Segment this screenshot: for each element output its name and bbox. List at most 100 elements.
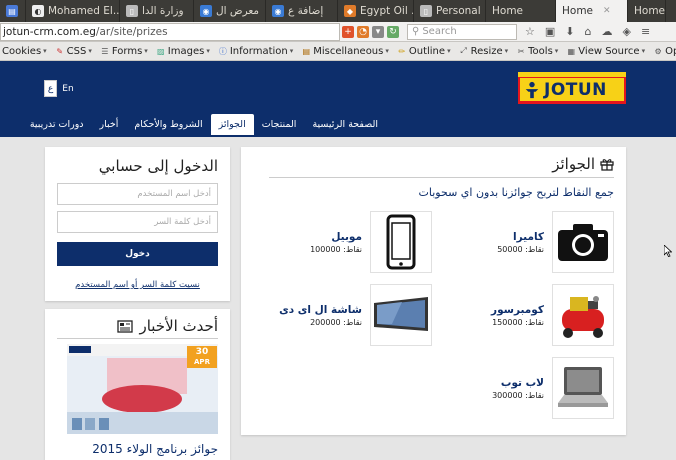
jotun-logo[interactable]: JOTUN xyxy=(518,72,626,104)
tab-7-active[interactable]: Home ✕ xyxy=(556,0,628,22)
browser-url-bar: jotun-crm.com.eg/ar/site/prizes + ◔ ▾ ↻ … xyxy=(0,22,676,42)
prize-image xyxy=(370,211,432,273)
prize-item[interactable]: كاميرا نقاط: 50000 xyxy=(444,211,614,273)
site-header: ع En JOTUN الصفحة الرئيسية المنتجات الجو… xyxy=(0,61,676,137)
resize-icon: ⤢ xyxy=(460,46,467,55)
devbar-label: Options xyxy=(665,45,676,57)
chevron-down-icon: ▾ xyxy=(289,47,294,55)
nav-news[interactable]: أخبار xyxy=(92,114,127,135)
tab-0[interactable]: ◐ Mohamed El... xyxy=(26,0,120,22)
bookmark-star-icon[interactable]: ☆ xyxy=(525,25,535,38)
page-content: الدخول إلى حسابي أدخل اسم المستخدم أدخل … xyxy=(0,137,676,460)
rss-icon[interactable]: ◔ xyxy=(357,25,369,38)
devbar-forms[interactable]: ☰ Forms ▾ xyxy=(100,46,148,57)
address-field[interactable]: jotun-crm.com.eg/ar/site/prizes xyxy=(0,22,340,41)
devbar-information[interactable]: ⓘ Information ▾ xyxy=(218,46,293,57)
dropdown-icon[interactable]: ▾ xyxy=(372,25,384,38)
pocket-icon[interactable]: ◈ xyxy=(622,25,630,38)
chevron-down-icon: ▾ xyxy=(43,47,47,55)
prize-points: نقاط: 100000 xyxy=(310,245,362,254)
home-icon[interactable]: ⌂ xyxy=(585,25,592,38)
refresh-icon[interactable]: ↻ xyxy=(387,25,399,38)
page-icon: ▯ xyxy=(420,5,432,17)
devbar-view-source[interactable]: ▦ View Source ▾ xyxy=(566,45,646,57)
browser-tab-strip: ▤ ◐ Mohamed El... ▯ وزارة الدا ◉ معرض ال ◉ إ… xyxy=(0,0,676,22)
bookmarks-icon[interactable]: ▣ xyxy=(545,25,555,38)
devbar-outline[interactable]: ✏ Outline ▾ xyxy=(397,46,451,57)
close-tab-icon[interactable]: ✕ xyxy=(603,6,611,16)
password-field[interactable]: أدخل كلمة السر xyxy=(57,211,218,233)
nav-products[interactable]: المنتجات xyxy=(254,114,305,135)
devbar-miscellaneous[interactable]: ▤ Miscellaneous ▾ xyxy=(301,46,389,57)
news-card: أحدث الأخبار 30 APR جوائز برنامج الولاء … xyxy=(45,309,230,460)
devbar-tools[interactable]: ✂ Tools ▾ xyxy=(516,45,559,57)
logo-text: JOTUN xyxy=(544,79,607,100)
devbar-css[interactable]: ✎ CSS ▾ xyxy=(55,46,92,57)
devbar-label: View Source xyxy=(578,45,640,57)
prize-points: نقاط: 150000 xyxy=(492,318,544,327)
devbar-resize[interactable]: ⤢ Resize ▾ xyxy=(459,46,508,57)
images-icon: ▨ xyxy=(157,46,165,56)
prize-item[interactable]: موبيل نقاط: 100000 xyxy=(262,211,432,273)
prize-item[interactable]: شاشة ال اى دى نقاط: 200000 xyxy=(262,284,432,346)
url-host: jotun-crm.com.eg xyxy=(3,25,96,38)
news-image[interactable]: 30 APR xyxy=(67,344,218,434)
tab-2[interactable]: ◉ معرض ال xyxy=(194,0,266,22)
badge-month: APR xyxy=(194,358,210,366)
nav-training[interactable]: دورات تدريبية xyxy=(22,114,92,135)
site-favicon: ◐ xyxy=(32,5,44,17)
menu-icon[interactable]: ≡ xyxy=(641,25,650,38)
tab-3[interactable]: ◉ إضافة ع xyxy=(266,0,338,22)
lang-english-button[interactable]: En xyxy=(57,80,79,97)
chat-icon[interactable]: ☁ xyxy=(601,25,612,38)
prizes-card: الجوائز جمع النقاط لتربح جوائزنا بدون اي… xyxy=(241,147,626,435)
prize-points: نقاط: 300000 xyxy=(492,391,544,400)
laptop-icon xyxy=(558,367,608,407)
tab-pinned[interactable]: ▤ xyxy=(0,0,26,22)
prizes-header: الجوائز xyxy=(269,155,614,178)
main-navigation: الصفحة الرئيسية المنتجات الجوائز الشروط … xyxy=(22,114,386,135)
login-button[interactable]: دخول xyxy=(57,242,218,266)
lang-arabic-button[interactable]: ع xyxy=(44,80,57,97)
prize-name: موبيل xyxy=(331,231,362,243)
tab-5[interactable]: ▯ Personal ... xyxy=(414,0,486,22)
options-icon: ⚙ xyxy=(654,46,662,56)
username-field[interactable]: أدخل اسم المستخدم xyxy=(57,183,218,205)
site-favicon: ◉ xyxy=(200,5,212,17)
misc-icon: ▤ xyxy=(302,46,311,56)
nav-home[interactable]: الصفحة الرئيسية xyxy=(304,114,386,135)
site-favicon: ◉ xyxy=(272,5,284,17)
url-path: /ar/site/prizes xyxy=(95,25,168,38)
tab-label: إضافة ع xyxy=(288,5,324,17)
devbar-images[interactable]: ▨ Images ▾ xyxy=(156,46,210,57)
news-headline[interactable]: جوائز برنامج الولاء 2015 xyxy=(57,442,218,456)
devbar-options[interactable]: ⚙Options▾ xyxy=(653,46,676,57)
tab-6[interactable]: Home xyxy=(486,0,556,22)
nav-prizes[interactable]: الجوائز xyxy=(210,114,254,135)
login-title: الدخول إلى حسابي xyxy=(98,157,218,175)
led-tv-icon xyxy=(374,297,428,331)
browser-toolbar-icons: ☆ ▣ ⬇ ⌂ ☁ ◈ ≡ xyxy=(525,25,650,38)
news-date-badge: 30 APR xyxy=(189,347,215,367)
chevron-down-icon: ▾ xyxy=(385,47,389,55)
prizes-title: الجوائز xyxy=(552,155,595,173)
tab-4[interactable]: ◆ Egypt Oil ... xyxy=(338,0,414,22)
view-source-icon: ▦ xyxy=(567,46,576,56)
chevron-down-icon: ▾ xyxy=(641,47,646,55)
forgot-password-link[interactable]: نسيت كلمة السر أو اسم المستخدم xyxy=(57,280,218,290)
prize-name: شاشة ال اى دى xyxy=(279,304,362,316)
prize-name: لاب توب xyxy=(500,377,544,389)
download-icon[interactable]: ⬇ xyxy=(565,25,574,38)
devbar-cookies[interactable]: Cookies ▾ xyxy=(2,46,47,57)
outline-icon: ✏ xyxy=(398,46,406,56)
search-input[interactable]: ⚲ Search xyxy=(407,23,517,40)
nav-terms[interactable]: الشروط والأحكام xyxy=(126,114,210,135)
prize-item[interactable]: لاب توب نقاط: 300000 xyxy=(444,357,614,419)
addon-icon[interactable]: + xyxy=(342,25,354,38)
tab-8[interactable]: Home xyxy=(628,0,666,22)
info-icon: ⓘ xyxy=(218,46,227,56)
camera-icon xyxy=(558,224,608,261)
devbar-label: Tools xyxy=(528,45,553,57)
prize-item[interactable]: كومبرسور نقاط: 150000 xyxy=(444,284,614,346)
tab-1[interactable]: ▯ وزارة الدا xyxy=(120,0,194,22)
